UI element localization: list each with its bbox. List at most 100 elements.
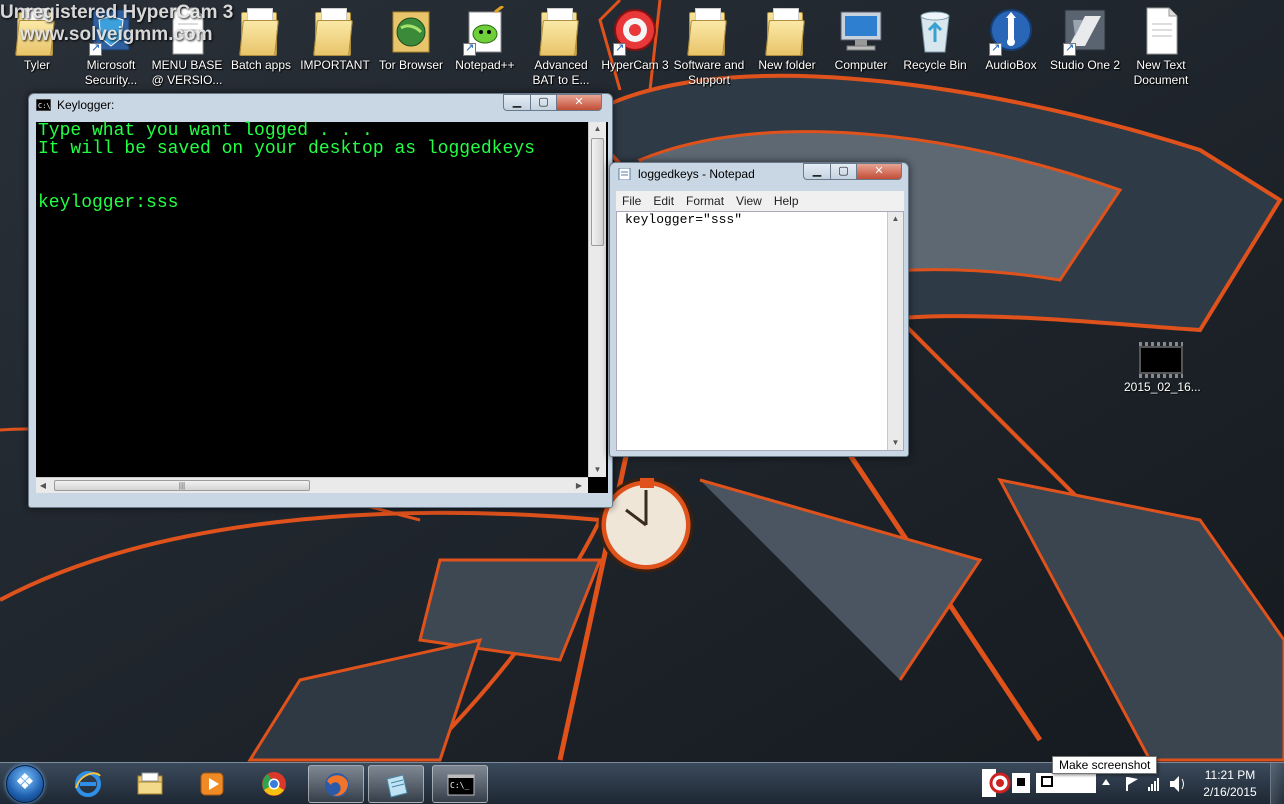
action-center-flag-icon[interactable] [1126,777,1138,791]
desktop-icon-label: IMPORTANT [300,58,370,72]
scroll-up-arrow-icon[interactable]: ▲ [888,212,903,226]
desktop-icon-important[interactable]: IMPORTANT [298,6,372,73]
folder-icon [237,6,285,56]
console-titlebar[interactable]: C:\ Keylogger: ▁ ▢ ✕ [29,94,612,116]
menu-help[interactable]: Help [768,191,805,208]
scroll-down-arrow-icon[interactable]: ▼ [888,436,903,450]
desktop-icon-new-text-document[interactable]: New Text Document [1124,6,1198,88]
video-file-icon-item[interactable]: 2015_02_16... [1124,342,1201,394]
desktop-icon-label: Tyler [23,58,50,72]
network-signal-icon[interactable] [1148,778,1159,791]
tor-browser-icon [387,6,435,56]
folder-icon [537,6,585,56]
notepad-window[interactable]: loggedkeys - Notepad ▁ ▢ ✕ File Edit Forma… [609,162,909,457]
console-vscroll-thumb[interactable] [591,138,604,246]
video-file-icon [1139,342,1183,378]
keylogger-console-window[interactable]: C:\ Keylogger: ▁ ▢ ✕ Type what you want … [28,93,613,508]
windows-explorer-button[interactable] [122,765,178,803]
console-output[interactable]: Type what you want logged . . . It will b… [36,122,608,493]
scroll-down-arrow-icon[interactable]: ▼ [589,463,606,477]
clock-time: 11:21 PM [1204,768,1256,782]
command-prompt-icon: C:\ [36,99,51,111]
desktop-icon-advanced-bat-to-e[interactable]: Advanced BAT to E... [524,6,598,88]
desktop-icon-label: Recycle Bin [903,58,967,72]
internet-explorer-icon [75,771,101,797]
notepad-maximize-button[interactable]: ▢ [830,163,857,180]
scroll-up-arrow-icon[interactable]: ▲ [589,122,606,136]
shortcut-arrow-icon [613,41,626,56]
console-vertical-scrollbar[interactable]: ▲ ▼ [588,122,606,477]
desktop-icon-notepad[interactable]: Notepad++ [448,4,522,73]
text-document-icon [163,6,211,56]
hypercam-stop-icon[interactable] [1012,773,1030,793]
desktop-icon-label: New Text Document [1133,58,1189,87]
firefox-button[interactable] [308,765,364,803]
show-desktop-button[interactable] [1270,763,1284,804]
desktop-icon-studio-one-2[interactable]: Studio One 2 [1048,6,1122,73]
media-player-button[interactable] [184,765,240,803]
desktop-icon-new-folder[interactable]: New folder [750,6,824,73]
folder-icon [311,6,359,56]
menu-file[interactable]: File [616,191,647,208]
cmd-button[interactable]: C:\_ [432,765,488,803]
desktop-icon-tor-browser[interactable]: Tor Browser [374,6,448,73]
notepad-button[interactable] [368,765,424,803]
desktop-icon-microsoft-security[interactable]: Microsoft Security... [74,6,148,88]
notepad-titlebar[interactable]: loggedkeys - Notepad ▁ ▢ ✕ [610,163,908,185]
desktop-icon-label: HyperCam 3 [601,58,669,72]
svg-text:C:\_: C:\_ [450,781,469,790]
desktop-icon-audiobox[interactable]: AudioBox [974,6,1048,73]
start-button[interactable] [6,765,44,803]
notepad-minimize-button[interactable]: ▁ [803,163,831,180]
audiobox-usb-icon [987,6,1035,56]
hypercam-screenshot-icon[interactable] [1036,773,1096,793]
desktop-icon-software-and-support[interactable]: Software and Support [672,6,746,88]
desktop-icon-computer[interactable]: Computer [824,6,898,73]
console-title: Keylogger: [57,98,115,112]
desktop-icon-batch-apps[interactable]: Batch apps [224,6,298,73]
console-horizontal-scrollbar[interactable]: ◀ ||| ▶ [36,477,588,493]
console-close-button[interactable]: ✕ [556,94,602,111]
scroll-left-arrow-icon[interactable]: ◀ [38,479,48,493]
screenshot-tooltip: Make screenshot [1052,756,1158,774]
desktop-icon-label: Tor Browser [378,58,443,72]
desktop-icon-hypercam-3[interactable]: HyperCam 3 [598,6,672,73]
desktop-icon-label: Advanced BAT to E... [532,58,590,87]
taskbar-clock[interactable]: 11:21 PM 2/16/2015 [1196,767,1264,801]
scroll-right-arrow-icon[interactable]: ▶ [574,479,584,493]
desktop-icon-label: MENU BASE @ VERSIO... [151,58,223,87]
desktop-icon-recycle-bin[interactable]: Recycle Bin [898,6,972,73]
notepad-plus-plus-icon [461,4,509,56]
chrome-icon [262,772,286,796]
menu-format[interactable]: Format [680,191,730,208]
console-text: Type what you want logged . . . It will b… [38,122,586,212]
internet-explorer-button[interactable] [60,765,116,803]
console-hscroll-thumb[interactable]: ||| [54,480,310,491]
notepad-icon [386,774,408,798]
show-hidden-icons-icon[interactable] [1102,779,1110,785]
folder-icon [13,6,61,56]
notepad-close-button[interactable]: ✕ [856,163,902,180]
desktop-icon-label: Batch apps [230,58,292,72]
menu-view[interactable]: View [730,191,768,208]
chrome-button[interactable] [246,765,302,803]
notepad-vertical-scrollbar[interactable]: ▲ ▼ [887,212,903,450]
hypercam-record-icon[interactable] [989,772,1011,794]
security-shield-icon [87,6,135,56]
console-maximize-button[interactable]: ▢ [530,94,557,111]
desktop-icon-tyler[interactable]: Tyler [0,6,74,73]
notepad-title: loggedkeys - Notepad [638,167,755,181]
desktop-icon-label: New folder [758,58,816,72]
desktop-icon-menu-base-versio[interactable]: MENU BASE @ VERSIO... [150,6,224,88]
volume-speaker-icon[interactable] [1170,776,1184,792]
menu-edit[interactable]: Edit [647,191,680,208]
notepad-content: keylogger="sss" [625,212,743,227]
shortcut-arrow-icon [989,41,1002,56]
console-minimize-button[interactable]: ▁ [503,94,531,111]
video-file-label: 2015_02_16... [1124,380,1201,394]
notepad-editor[interactable]: keylogger="sss" ▲ ▼ [616,211,904,451]
computer-icon [837,6,885,56]
command-prompt-icon: C:\_ [447,774,475,796]
